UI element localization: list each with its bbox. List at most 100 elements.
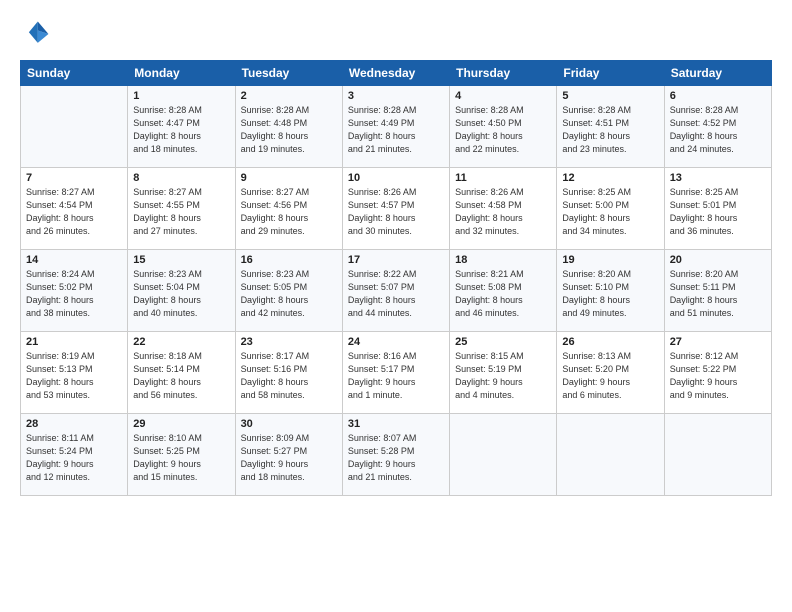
cell-content: Sunrise: 8:26 AM Sunset: 4:58 PM Dayligh… <box>455 186 551 238</box>
day-number: 12 <box>562 172 658 184</box>
week-row-3: 14 Sunrise: 8:24 AM Sunset: 5:02 PM Dayli… <box>21 250 772 332</box>
day-number: 7 <box>26 172 122 184</box>
calendar-cell: 9 Sunrise: 8:27 AM Sunset: 4:56 PM Daylig… <box>235 168 342 250</box>
col-header-monday: Monday <box>128 61 235 86</box>
day-number: 22 <box>133 336 229 348</box>
col-header-saturday: Saturday <box>664 61 771 86</box>
day-number: 2 <box>241 90 337 102</box>
cell-content: Sunrise: 8:20 AM Sunset: 5:10 PM Dayligh… <box>562 268 658 320</box>
calendar-cell: 30Sunrise: 8:09 AM Sunset: 5:27 PM Dayli… <box>235 414 342 496</box>
cell-content: Sunrise: 8:28 AM Sunset: 4:48 PM Dayligh… <box>241 104 337 156</box>
col-header-wednesday: Wednesday <box>342 61 449 86</box>
calendar-cell <box>450 414 557 496</box>
day-number: 14 <box>26 254 122 266</box>
day-number: 25 <box>455 336 551 348</box>
cell-content: Sunrise: 8:13 AM Sunset: 5:20 PM Dayligh… <box>562 350 658 402</box>
cell-content: Sunrise: 8:28 AM Sunset: 4:51 PM Dayligh… <box>562 104 658 156</box>
calendar-cell: 13Sunrise: 8:25 AM Sunset: 5:01 PM Dayli… <box>664 168 771 250</box>
calendar-cell <box>557 414 664 496</box>
calendar-table: SundayMondayTuesdayWednesdayThursdayFrid… <box>20 60 772 496</box>
cell-content: Sunrise: 8:23 AM Sunset: 5:05 PM Dayligh… <box>241 268 337 320</box>
day-number: 5 <box>562 90 658 102</box>
calendar-cell: 17Sunrise: 8:22 AM Sunset: 5:07 PM Dayli… <box>342 250 449 332</box>
calendar-cell: 21 Sunrise: 8:19 AM Sunset: 5:13 PM Dayli… <box>21 332 128 414</box>
col-header-sunday: Sunday <box>21 61 128 86</box>
col-header-friday: Friday <box>557 61 664 86</box>
cell-content: Sunrise: 8:28 AM Sunset: 4:49 PM Dayligh… <box>348 104 444 156</box>
calendar-cell: 24 Sunrise: 8:16 AM Sunset: 5:17 PM Dayli… <box>342 332 449 414</box>
calendar-cell: 4 Sunrise: 8:28 AM Sunset: 4:50 PM Daylig… <box>450 86 557 168</box>
cell-content: Sunrise: 8:28 AM Sunset: 4:47 PM Dayligh… <box>133 104 229 156</box>
page: SundayMondayTuesdayWednesdayThursdayFrid… <box>0 0 792 612</box>
cell-content: Sunrise: 8:19 AM Sunset: 5:13 PM Dayligh… <box>26 350 122 402</box>
calendar-cell: 5 Sunrise: 8:28 AM Sunset: 4:51 PM Daylig… <box>557 86 664 168</box>
cell-content: Sunrise: 8:12 AM Sunset: 5:22 PM Dayligh… <box>670 350 766 402</box>
calendar-cell: 7 Sunrise: 8:27 AM Sunset: 4:54 PM Daylig… <box>21 168 128 250</box>
calendar-cell: 29 Sunrise: 8:10 AM Sunset: 5:25 PM Dayli… <box>128 414 235 496</box>
cell-content: Sunrise: 8:27 AM Sunset: 4:56 PM Dayligh… <box>241 186 337 238</box>
calendar-cell: 11Sunrise: 8:26 AM Sunset: 4:58 PM Dayli… <box>450 168 557 250</box>
calendar-cell: 25 Sunrise: 8:15 AM Sunset: 5:19 PM Dayli… <box>450 332 557 414</box>
day-number: 20 <box>670 254 766 266</box>
day-number: 19 <box>562 254 658 266</box>
calendar-cell: 6Sunrise: 8:28 AM Sunset: 4:52 PM Daylig… <box>664 86 771 168</box>
cell-content: Sunrise: 8:22 AM Sunset: 5:07 PM Dayligh… <box>348 268 444 320</box>
day-number: 28 <box>26 418 122 430</box>
cell-content: Sunrise: 8:17 AM Sunset: 5:16 PM Dayligh… <box>241 350 337 402</box>
calendar-cell: 19 Sunrise: 8:20 AM Sunset: 5:10 PM Dayli… <box>557 250 664 332</box>
calendar-cell <box>664 414 771 496</box>
logo-icon <box>20 18 52 50</box>
calendar-cell: 20 Sunrise: 8:20 AM Sunset: 5:11 PM Dayli… <box>664 250 771 332</box>
day-number: 16 <box>241 254 337 266</box>
day-number: 27 <box>670 336 766 348</box>
day-number: 4 <box>455 90 551 102</box>
cell-content: Sunrise: 8:21 AM Sunset: 5:08 PM Dayligh… <box>455 268 551 320</box>
week-row-1: 1 Sunrise: 8:28 AM Sunset: 4:47 PM Daylig… <box>21 86 772 168</box>
calendar-cell: 15 Sunrise: 8:23 AM Sunset: 5:04 PM Dayli… <box>128 250 235 332</box>
day-number: 1 <box>133 90 229 102</box>
calendar-cell: 1 Sunrise: 8:28 AM Sunset: 4:47 PM Daylig… <box>128 86 235 168</box>
day-number: 15 <box>133 254 229 266</box>
day-number: 21 <box>26 336 122 348</box>
week-row-4: 21 Sunrise: 8:19 AM Sunset: 5:13 PM Dayli… <box>21 332 772 414</box>
day-number: 24 <box>348 336 444 348</box>
calendar-cell: 8 Sunrise: 8:27 AM Sunset: 4:55 PM Daylig… <box>128 168 235 250</box>
day-number: 26 <box>562 336 658 348</box>
day-number: 29 <box>133 418 229 430</box>
cell-content: Sunrise: 8:27 AM Sunset: 4:55 PM Dayligh… <box>133 186 229 238</box>
cell-content: Sunrise: 8:23 AM Sunset: 5:04 PM Dayligh… <box>133 268 229 320</box>
calendar-cell: 28 Sunrise: 8:11 AM Sunset: 5:24 PM Dayli… <box>21 414 128 496</box>
cell-content: Sunrise: 8:09 AM Sunset: 5:27 PM Dayligh… <box>241 432 337 484</box>
day-number: 13 <box>670 172 766 184</box>
header <box>20 18 772 50</box>
cell-content: Sunrise: 8:28 AM Sunset: 4:50 PM Dayligh… <box>455 104 551 156</box>
calendar-cell: 22Sunrise: 8:18 AM Sunset: 5:14 PM Dayli… <box>128 332 235 414</box>
cell-content: Sunrise: 8:10 AM Sunset: 5:25 PM Dayligh… <box>133 432 229 484</box>
cell-content: Sunrise: 8:26 AM Sunset: 4:57 PM Dayligh… <box>348 186 444 238</box>
calendar-cell: 27 Sunrise: 8:12 AM Sunset: 5:22 PM Dayli… <box>664 332 771 414</box>
cell-content: Sunrise: 8:24 AM Sunset: 5:02 PM Dayligh… <box>26 268 122 320</box>
calendar-cell: 16 Sunrise: 8:23 AM Sunset: 5:05 PM Dayli… <box>235 250 342 332</box>
calendar-cell: 31Sunrise: 8:07 AM Sunset: 5:28 PM Dayli… <box>342 414 449 496</box>
col-header-thursday: Thursday <box>450 61 557 86</box>
cell-content: Sunrise: 8:25 AM Sunset: 5:00 PM Dayligh… <box>562 186 658 238</box>
calendar-cell <box>21 86 128 168</box>
calendar-cell: 12 Sunrise: 8:25 AM Sunset: 5:00 PM Dayli… <box>557 168 664 250</box>
calendar-cell: 14 Sunrise: 8:24 AM Sunset: 5:02 PM Dayli… <box>21 250 128 332</box>
day-number: 8 <box>133 172 229 184</box>
col-header-tuesday: Tuesday <box>235 61 342 86</box>
calendar-cell: 2 Sunrise: 8:28 AM Sunset: 4:48 PM Daylig… <box>235 86 342 168</box>
cell-content: Sunrise: 8:07 AM Sunset: 5:28 PM Dayligh… <box>348 432 444 484</box>
day-number: 3 <box>348 90 444 102</box>
cell-content: Sunrise: 8:20 AM Sunset: 5:11 PM Dayligh… <box>670 268 766 320</box>
calendar-cell: 26 Sunrise: 8:13 AM Sunset: 5:20 PM Dayli… <box>557 332 664 414</box>
cell-content: Sunrise: 8:16 AM Sunset: 5:17 PM Dayligh… <box>348 350 444 402</box>
logo <box>20 18 56 50</box>
cell-content: Sunrise: 8:11 AM Sunset: 5:24 PM Dayligh… <box>26 432 122 484</box>
cell-content: Sunrise: 8:27 AM Sunset: 4:54 PM Dayligh… <box>26 186 122 238</box>
day-number: 9 <box>241 172 337 184</box>
week-row-2: 7 Sunrise: 8:27 AM Sunset: 4:54 PM Daylig… <box>21 168 772 250</box>
cell-content: Sunrise: 8:15 AM Sunset: 5:19 PM Dayligh… <box>455 350 551 402</box>
day-number: 10 <box>348 172 444 184</box>
cell-content: Sunrise: 8:28 AM Sunset: 4:52 PM Dayligh… <box>670 104 766 156</box>
